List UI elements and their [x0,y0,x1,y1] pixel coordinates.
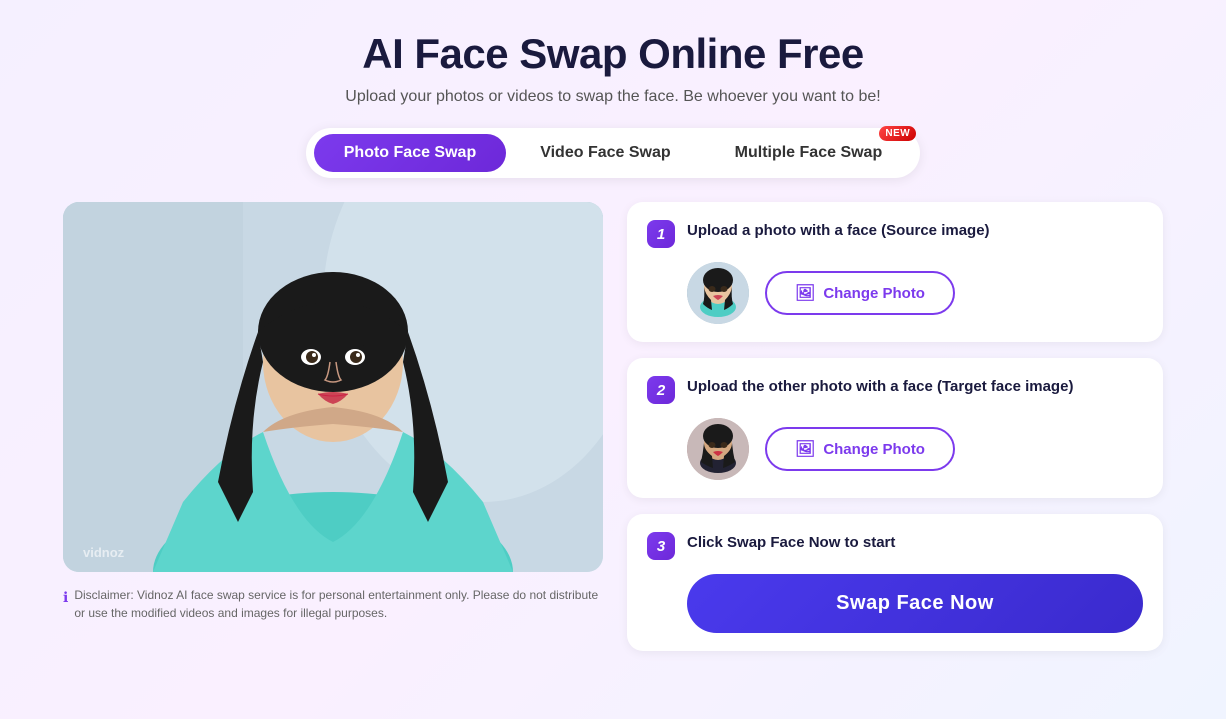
preview-image-container: vidnoz [63,202,603,572]
step-1-number: 1 [647,220,675,248]
header-section: AI Face Swap Online Free Upload your pho… [306,30,920,178]
image-icon-2: 🖼 [795,439,815,459]
svg-text:vidnoz: vidnoz [83,545,125,560]
woman-illustration: vidnoz [63,202,603,572]
preview-image: vidnoz [63,202,603,572]
tab-bar: Photo Face Swap Video Face Swap Multiple… [306,128,920,178]
tab-photo-face-swap[interactable]: Photo Face Swap [314,134,506,172]
change-photo-btn-1[interactable]: 🖼 Change Photo [765,271,955,315]
main-content: vidnoz ℹ Disclaimer: Vidnoz AI face swap… [63,202,1163,651]
image-icon-1: 🖼 [795,283,815,303]
step-2-title: Upload the other photo with a face (Targ… [687,376,1073,397]
swap-face-now-button[interactable]: Swap Face Now [687,574,1143,633]
info-icon: ℹ [63,587,68,608]
step-3-number: 3 [647,532,675,560]
step-3-title: Click Swap Face Now to start [687,532,895,553]
disclaimer-text: Disclaimer: Vidnoz AI face swap service … [74,586,603,622]
tab-video-face-swap[interactable]: Video Face Swap [510,134,700,172]
step-1-card: 1 Upload a photo with a face (Source ima… [627,202,1163,342]
left-panel: vidnoz ℹ Disclaimer: Vidnoz AI face swap… [63,202,603,622]
step-1-title: Upload a photo with a face (Source image… [687,220,990,241]
step-2-header: 2 Upload the other photo with a face (Ta… [647,376,1143,404]
step-1-header: 1 Upload a photo with a face (Source ima… [647,220,1143,248]
page-title: AI Face Swap Online Free [306,30,920,78]
page-subtitle: Upload your photos or videos to swap the… [306,88,920,106]
step-2-card: 2 Upload the other photo with a face (Ta… [627,358,1163,498]
source-face-svg [687,262,749,324]
right-panel: 1 Upload a photo with a face (Source ima… [627,202,1163,651]
step-3-header: 3 Click Swap Face Now to start [647,532,1143,560]
target-face-svg [687,418,749,480]
source-face-thumbnail [687,262,749,324]
step-2-body: 🖼 Change Photo [647,418,1143,480]
step-3-card: 3 Click Swap Face Now to start Swap Face… [627,514,1163,651]
step-3-body: Swap Face Now [647,574,1143,633]
new-badge: NEW [879,126,916,141]
step-2-number: 2 [647,376,675,404]
target-face-thumbnail [687,418,749,480]
disclaimer: ℹ Disclaimer: Vidnoz AI face swap servic… [63,586,603,622]
change-photo-btn-2[interactable]: 🖼 Change Photo [765,427,955,471]
step-1-body: 🖼 Change Photo [647,262,1143,324]
tab-multiple-face-swap[interactable]: Multiple Face Swap NEW [705,134,913,172]
